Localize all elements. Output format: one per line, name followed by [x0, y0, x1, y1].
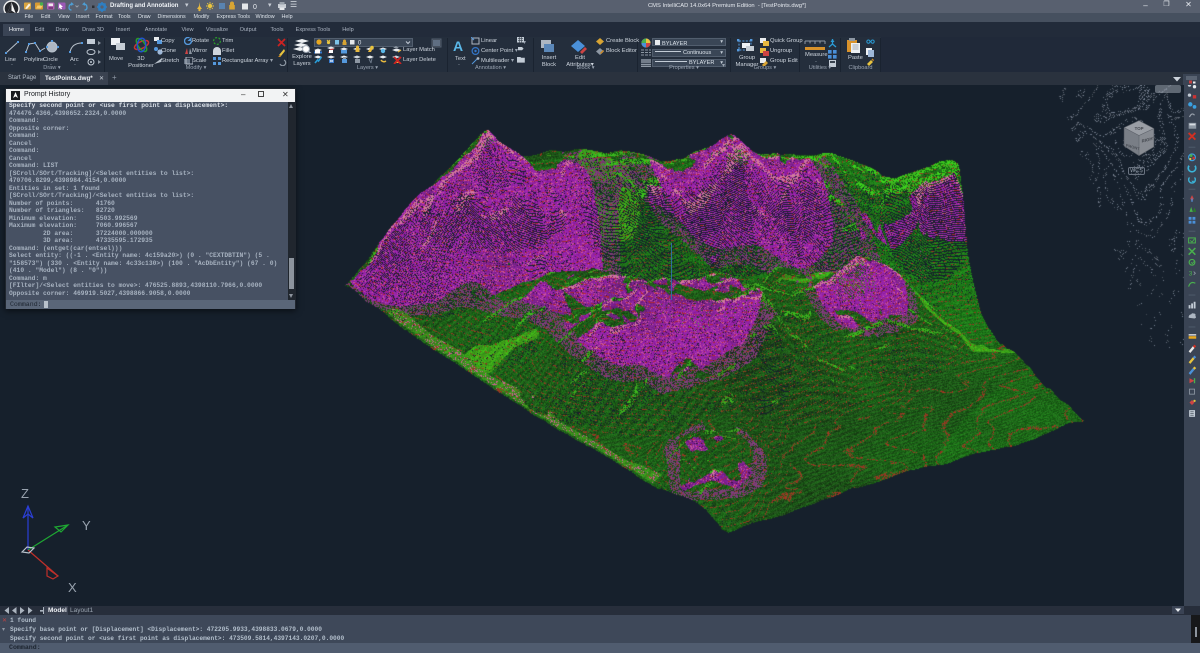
svg-text:Y: Y	[82, 518, 91, 533]
svg-text:3: 3	[1189, 271, 1193, 278]
svg-text:Z: Z	[21, 486, 29, 501]
svg-text:0: 0	[253, 4, 257, 11]
svg-text:TOP: TOP	[1135, 126, 1144, 131]
svg-text:X: X	[68, 580, 77, 595]
